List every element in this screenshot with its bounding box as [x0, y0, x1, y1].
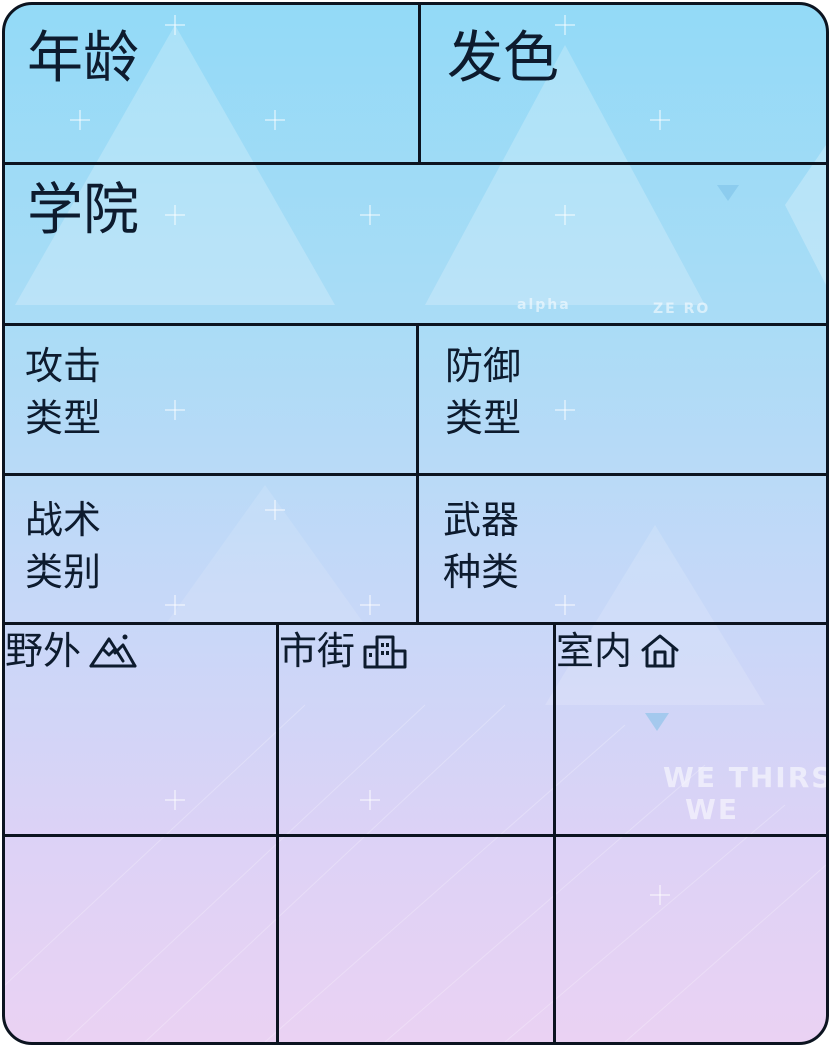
outdoor-field[interactable]: 野外 [5, 625, 276, 834]
weapon-type-field[interactable]: 武器 种类 [419, 476, 826, 622]
city-buildings-icon [363, 635, 407, 669]
attack-type-label-line1: 攻击 [25, 344, 102, 388]
defense-type-label-line1: 防御 [445, 344, 522, 388]
indoor-field[interactable]: 室内 [556, 625, 826, 834]
attack-type-label-line2: 类型 [25, 396, 102, 440]
street-field[interactable]: 市街 [279, 625, 553, 834]
outdoor-value-cell[interactable] [5, 837, 276, 1042]
hair-color-label: 发色 [447, 26, 559, 91]
tactic-category-field[interactable]: 战术 类别 [5, 476, 416, 622]
defense-type-label-line2: 类型 [445, 396, 522, 440]
street-heading: 市街 [279, 625, 553, 677]
hair-color-field[interactable]: 发色 [421, 5, 826, 162]
defense-type-label: 防御 类型 [445, 340, 521, 444]
weapon-type-label: 武器 种类 [443, 494, 519, 598]
indoor-label: 室内 [556, 629, 633, 673]
attack-type-label: 攻击 类型 [25, 340, 101, 444]
outdoor-heading: 野外 [5, 625, 276, 677]
age-label: 年龄 [27, 26, 139, 91]
attack-type-field[interactable]: 攻击 类型 [5, 326, 416, 473]
outdoor-label: 野外 [5, 629, 82, 673]
indoor-heading: 室内 [556, 625, 826, 677]
tactic-category-label-line1: 战术 [25, 498, 102, 542]
age-field[interactable]: 年龄 [5, 5, 418, 162]
weapon-type-label-line1: 武器 [443, 498, 520, 542]
mountain-icon [89, 634, 137, 668]
indoor-value-cell[interactable] [556, 837, 826, 1042]
character-profile-card: alpha ZE RO WE THIRST WE 年龄 发色 学院 攻击 类型 … [2, 2, 829, 1045]
street-label: 市街 [279, 629, 356, 673]
tactic-category-label: 战术 类别 [25, 494, 101, 598]
weapon-type-label-line2: 种类 [443, 550, 520, 594]
defense-type-field[interactable]: 防御 类型 [419, 326, 826, 473]
tactic-category-label-line2: 类别 [25, 550, 102, 594]
academy-label: 学院 [27, 178, 139, 243]
street-value-cell[interactable] [279, 837, 553, 1042]
academy-field[interactable]: 学院 [5, 165, 826, 323]
house-icon [641, 634, 679, 668]
